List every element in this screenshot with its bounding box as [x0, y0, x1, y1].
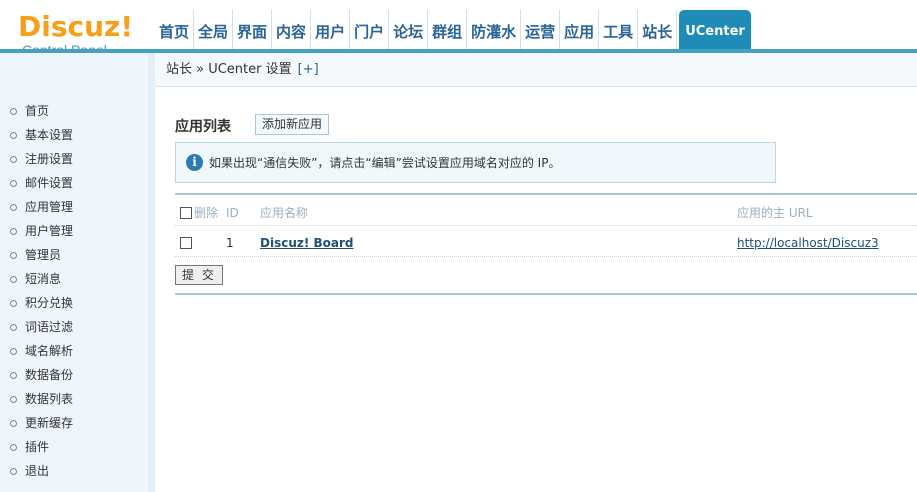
select-all-checkbox[interactable]: [180, 206, 192, 219]
topnav-users[interactable]: 用户: [311, 10, 351, 50]
add-app-button[interactable]: 添加新应用: [255, 114, 330, 135]
bullet-icon: [10, 203, 17, 211]
sidebar-item-label: 更新缓存: [25, 416, 74, 430]
sidebar-item-label: 注册设置: [25, 152, 74, 166]
breadcrumb: 站长 » UCenter 设置 [+]: [155, 53, 917, 87]
main-content: 应用列表 添加新应用 i 如果出现“通信失败”，请点击“编辑”尝试设置应用域名对…: [155, 87, 917, 492]
sidebar-item-label: 插件: [25, 440, 50, 454]
topnav-operations[interactable]: 运营: [521, 10, 561, 50]
sidebar: 首页 基本设置 注册设置 邮件设置 应用管理 用户管理 管理员 短消息 积分兑换…: [0, 53, 155, 492]
sidebar-item-credit-exchange[interactable]: 积分兑换: [0, 291, 73, 315]
header: Discuz! Control Panel 首页 全局 界面 内容 用户 门户 …: [0, 0, 917, 58]
bullet-icon: [10, 395, 17, 403]
bullet-icon: [10, 251, 17, 259]
topnav-ucenter[interactable]: UCenter: [679, 10, 751, 50]
sidebar-item-register-settings[interactable]: 注册设置: [0, 147, 73, 171]
sidebar-item-user-management[interactable]: 用户管理: [0, 219, 73, 243]
topnav-forum[interactable]: 论坛: [389, 10, 429, 50]
sidebar-item-label: 数据备份: [25, 368, 74, 382]
topnav-antispam[interactable]: 防灌水: [467, 10, 522, 50]
sidebar-item-label: 积分兑换: [25, 296, 74, 310]
sidebar-menu: 首页 基本设置 注册设置 邮件设置 应用管理 用户管理 管理员 短消息 积分兑换…: [0, 99, 73, 483]
bullet-icon: [10, 323, 17, 331]
top-navigation: 首页 全局 界面 内容 用户 门户 论坛 群组 防灌水 运营 应用 工具 站长 …: [155, 10, 751, 50]
row-name-cell: Discuz! Board: [260, 229, 354, 256]
row-url-cell: http://localhost/Discuz3: [737, 229, 879, 256]
bullet-icon: [10, 107, 17, 115]
expand-plus-button[interactable]: [+]: [298, 62, 319, 77]
sidebar-item-label: 词语过滤: [25, 320, 74, 334]
table-row: 1 Discuz! Board http://localhost/Discuz3: [175, 229, 917, 257]
sidebar-item-label: 邮件设置: [25, 176, 74, 190]
topnav-groups[interactable]: 群组: [428, 10, 468, 50]
row-id: 1: [226, 235, 234, 250]
sidebar-item-messages[interactable]: 短消息: [0, 267, 73, 291]
bullet-icon: [10, 227, 17, 235]
page-title: 应用列表: [175, 119, 231, 135]
header-delete-cell: 删除: [180, 200, 218, 225]
sidebar-item-mail-settings[interactable]: 邮件设置: [0, 171, 73, 195]
header-id: ID: [226, 205, 239, 220]
bullet-icon: [10, 155, 17, 163]
topnav-global[interactable]: 全局: [194, 10, 234, 50]
topnav-portal[interactable]: 门户: [350, 10, 390, 50]
sidebar-item-data-list[interactable]: 数据列表: [0, 387, 73, 411]
bullet-icon: [10, 443, 17, 451]
sidebar-item-label: 数据列表: [25, 392, 74, 406]
topnav-apps[interactable]: 应用: [560, 10, 600, 50]
bullet-icon: [10, 275, 17, 283]
bullet-icon: [10, 299, 17, 307]
table-bottom-border: [175, 293, 917, 295]
sidebar-item-admins[interactable]: 管理员: [0, 243, 73, 267]
sidebar-item-app-management[interactable]: 应用管理: [0, 195, 73, 219]
sidebar-item-label: 短消息: [25, 272, 62, 286]
sidebar-item-label: 退出: [25, 464, 50, 478]
row-checkbox[interactable]: [180, 236, 192, 249]
bullet-icon: [10, 419, 17, 427]
sidebar-item-update-cache[interactable]: 更新缓存: [0, 411, 73, 435]
topnav-webmaster[interactable]: 站长: [638, 10, 678, 50]
topnav-tools[interactable]: 工具: [599, 10, 639, 50]
topnav-home[interactable]: 首页: [155, 10, 195, 50]
app-name-link[interactable]: Discuz! Board: [260, 236, 354, 250]
table-top-border: [175, 193, 917, 195]
logo-main-text: Discuz!: [18, 10, 134, 43]
bullet-icon: [10, 131, 17, 139]
sidebar-item-backup[interactable]: 数据备份: [0, 363, 73, 387]
header-app-url: 应用的主 URL: [737, 206, 813, 220]
breadcrumb-text: 站长 » UCenter 设置: [166, 62, 292, 77]
bullet-icon: [10, 347, 17, 355]
tip-text: 如果出现“通信失败”，请点击“编辑”尝试设置应用域名对应的 IP。: [209, 156, 561, 170]
topnav-interface[interactable]: 界面: [233, 10, 273, 50]
sidebar-item-logout[interactable]: 退出: [0, 459, 73, 483]
sidebar-item-dns[interactable]: 域名解析: [0, 339, 73, 363]
bullet-icon: [10, 371, 17, 379]
info-tip: i 如果出现“通信失败”，请点击“编辑”尝试设置应用域名对应的 IP。: [175, 142, 776, 183]
info-icon: i: [186, 154, 203, 171]
sidebar-item-label: 首页: [25, 104, 50, 118]
bullet-icon: [10, 467, 17, 475]
header-app-name: 应用名称: [260, 206, 309, 220]
submit-button[interactable]: 提 交: [175, 265, 223, 285]
bullet-icon: [10, 179, 17, 187]
topnav-content[interactable]: 内容: [272, 10, 312, 50]
sidebar-item-basic-settings[interactable]: 基本设置: [0, 123, 73, 147]
row-checkbox-cell: [180, 229, 192, 256]
sidebar-item-label: 应用管理: [25, 200, 74, 214]
header-delete-label: 删除: [194, 206, 219, 220]
sidebar-item-label: 域名解析: [25, 344, 74, 358]
sidebar-item-home[interactable]: 首页: [0, 99, 73, 123]
table-header: 删除 ID 应用名称 应用的主 URL: [175, 200, 917, 226]
sidebar-item-label: 基本设置: [25, 128, 74, 142]
sidebar-item-label: 管理员: [25, 248, 62, 262]
app-url-link[interactable]: http://localhost/Discuz3: [737, 236, 879, 250]
sidebar-item-plugins[interactable]: 插件: [0, 435, 73, 459]
sidebar-item-label: 用户管理: [25, 224, 74, 238]
sidebar-item-word-filter[interactable]: 词语过滤: [0, 315, 73, 339]
